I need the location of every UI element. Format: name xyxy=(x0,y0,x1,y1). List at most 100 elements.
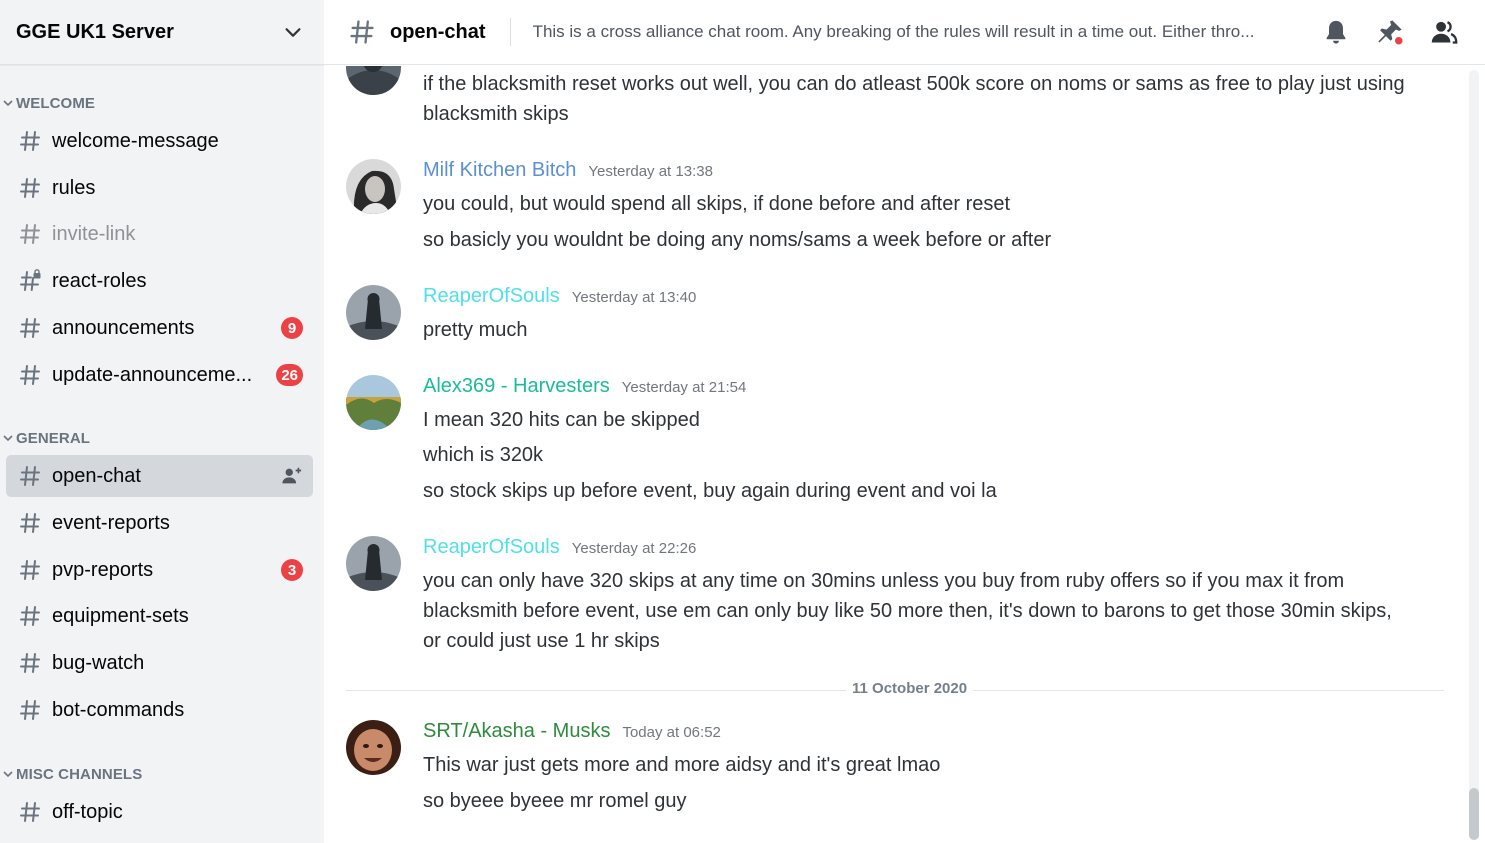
sidebar-item-bug-watch[interactable]: bug-watch xyxy=(6,642,313,684)
chevron-down-icon xyxy=(3,100,13,107)
channel-label: open-chat xyxy=(52,464,141,487)
chevron-down-icon[interactable] xyxy=(282,21,304,43)
avatar[interactable] xyxy=(346,536,401,591)
author-name[interactable]: Milf Kitchen Bitch xyxy=(423,159,576,182)
channel-topic[interactable]: This is a cross alliance chat room. Any … xyxy=(533,22,1308,42)
category-label: MISC CHANNELS xyxy=(16,765,143,783)
mention-badge: 9 xyxy=(281,317,303,339)
message-timestamp: Yesterday at 21:54 xyxy=(621,379,747,396)
hash-icon xyxy=(20,606,40,626)
message-text: pretty much xyxy=(423,319,528,341)
message-text: so byeee byeee mr romel guy xyxy=(423,790,687,812)
hash-icon xyxy=(20,466,40,486)
header-divider xyxy=(509,18,511,46)
server-name[interactable]: GGE UK1 Server xyxy=(16,21,282,44)
category-general[interactable]: GENERAL xyxy=(0,428,90,448)
author-name[interactable]: Alex369 - Harvesters xyxy=(423,375,610,398)
sidebar-item-off-topic[interactable]: off-topic xyxy=(6,791,313,833)
channel-label: welcome-message xyxy=(52,129,219,152)
channel-label: announcements xyxy=(52,316,195,339)
channel-label: invite-link xyxy=(52,222,136,245)
chevron-down-icon xyxy=(3,771,13,778)
channel-header: open-chat This is a cross alliance chat … xyxy=(324,0,1485,65)
message-timestamp: Today at 06:52 xyxy=(622,724,721,741)
sidebar-item-equipment-sets[interactable]: equipment-sets xyxy=(6,595,313,637)
message-text: if the blacksmith reset works out well, … xyxy=(423,73,1405,125)
channel-label: equipment-sets xyxy=(52,604,189,627)
server-header[interactable]: GGE UK1 Server xyxy=(0,0,324,65)
category-label: GENERAL xyxy=(16,429,91,447)
sidebar-item-update-announcements[interactable]: update-announceme... 26 xyxy=(6,354,313,396)
message-text: This war just gets more and more aidsy a… xyxy=(423,754,941,776)
author-name[interactable]: SRT/Akasha - Musks xyxy=(423,720,610,743)
hash-icon xyxy=(20,224,40,244)
message-text: so stock skips up before event, buy agai… xyxy=(423,480,997,502)
sidebar-item-react-roles[interactable]: react-roles xyxy=(6,260,313,302)
sidebar-item-welcome-message[interactable]: welcome-message xyxy=(6,120,313,162)
channel-label: rules xyxy=(52,176,96,199)
scrollbar-track[interactable] xyxy=(1469,70,1479,840)
category-welcome[interactable]: WELCOME xyxy=(0,93,95,113)
message-timestamp: Yesterday at 13:38 xyxy=(588,163,713,180)
hash-icon xyxy=(20,513,40,533)
hash-icon xyxy=(20,178,40,198)
avatar[interactable] xyxy=(346,66,401,95)
channel-label: event-reports xyxy=(52,511,170,534)
hash-icon xyxy=(20,560,40,580)
sidebar-item-announcements[interactable]: announcements 9 xyxy=(6,307,313,349)
channel-label: bot-commands xyxy=(52,698,185,721)
avatar[interactable] xyxy=(346,159,401,214)
bell-icon[interactable] xyxy=(1322,18,1350,46)
channel-label: off-topic xyxy=(52,800,123,823)
hash-icon xyxy=(20,365,40,385)
avatar[interactable] xyxy=(346,720,401,775)
chevron-down-icon xyxy=(3,435,13,442)
message-header: SRT/Akasha - Musks Today at 06:52 xyxy=(423,720,721,743)
channel-sidebar: GGE UK1 Server WELCOME welcome-message r… xyxy=(0,0,324,843)
message-text: which is 320k xyxy=(423,444,544,466)
message-text: so basicly you wouldnt be doing any noms… xyxy=(423,229,1052,251)
scrollbar-thumb[interactable] xyxy=(1469,788,1479,840)
channel-title: open-chat xyxy=(390,20,486,43)
sidebar-item-rules[interactable]: rules xyxy=(6,167,313,209)
message-header: ReaperOfSouls Yesterday at 13:40 xyxy=(423,285,696,308)
message-timestamp: Yesterday at 22:26 xyxy=(571,540,697,557)
channel-label: update-announceme... xyxy=(52,363,253,386)
date-divider-label: 11 October 2020 xyxy=(846,680,974,697)
members-icon[interactable] xyxy=(1430,18,1458,46)
channel-label: react-roles xyxy=(52,269,147,292)
message-header: ReaperOfSouls Yesterday at 22:26 xyxy=(423,536,696,559)
hash-lock-icon xyxy=(20,269,41,291)
channel-label: pvp-reports xyxy=(52,558,154,581)
avatar[interactable] xyxy=(346,285,401,340)
message-header: Alex369 - Harvesters Yesterday at 21:54 xyxy=(423,375,746,398)
sidebar-item-event-reports[interactable]: event-reports xyxy=(6,502,313,544)
hash-icon xyxy=(20,131,40,151)
sidebar-item-open-chat[interactable]: open-chat xyxy=(6,455,313,497)
hash-icon xyxy=(20,802,40,822)
sidebar-item-bot-commands[interactable]: bot-commands xyxy=(6,689,313,731)
chat-area: open-chat This is a cross alliance chat … xyxy=(324,0,1485,843)
message-text: you can only have 320 skips at any time … xyxy=(423,570,1392,652)
channel-label: bug-watch xyxy=(52,651,145,674)
hash-icon xyxy=(350,20,374,44)
add-member-icon[interactable] xyxy=(281,465,303,487)
category-label: WELCOME xyxy=(16,94,96,112)
pin-icon[interactable] xyxy=(1376,18,1404,46)
message-list: if the blacksmith reset works out well, … xyxy=(324,66,1466,843)
sidebar-item-pvp-reports[interactable]: pvp-reports 3 xyxy=(6,549,313,591)
author-name[interactable]: ReaperOfSouls xyxy=(423,536,560,559)
author-name[interactable]: ReaperOfSouls xyxy=(423,285,560,308)
hash-icon xyxy=(20,318,40,338)
mention-badge: 26 xyxy=(276,364,303,386)
message-header: Milf Kitchen Bitch Yesterday at 13:38 xyxy=(423,159,713,182)
message-text: you could, but would spend all skips, if… xyxy=(423,193,1011,215)
message-text: I mean 320 hits can be skipped xyxy=(423,409,700,431)
category-misc-channels[interactable]: MISC CHANNELS xyxy=(0,764,142,784)
avatar[interactable] xyxy=(346,375,401,430)
mention-badge: 3 xyxy=(281,559,303,581)
hash-icon xyxy=(20,653,40,673)
hash-icon xyxy=(20,700,40,720)
message-timestamp: Yesterday at 13:40 xyxy=(571,289,697,306)
sidebar-item-invite-link[interactable]: invite-link xyxy=(6,213,313,255)
